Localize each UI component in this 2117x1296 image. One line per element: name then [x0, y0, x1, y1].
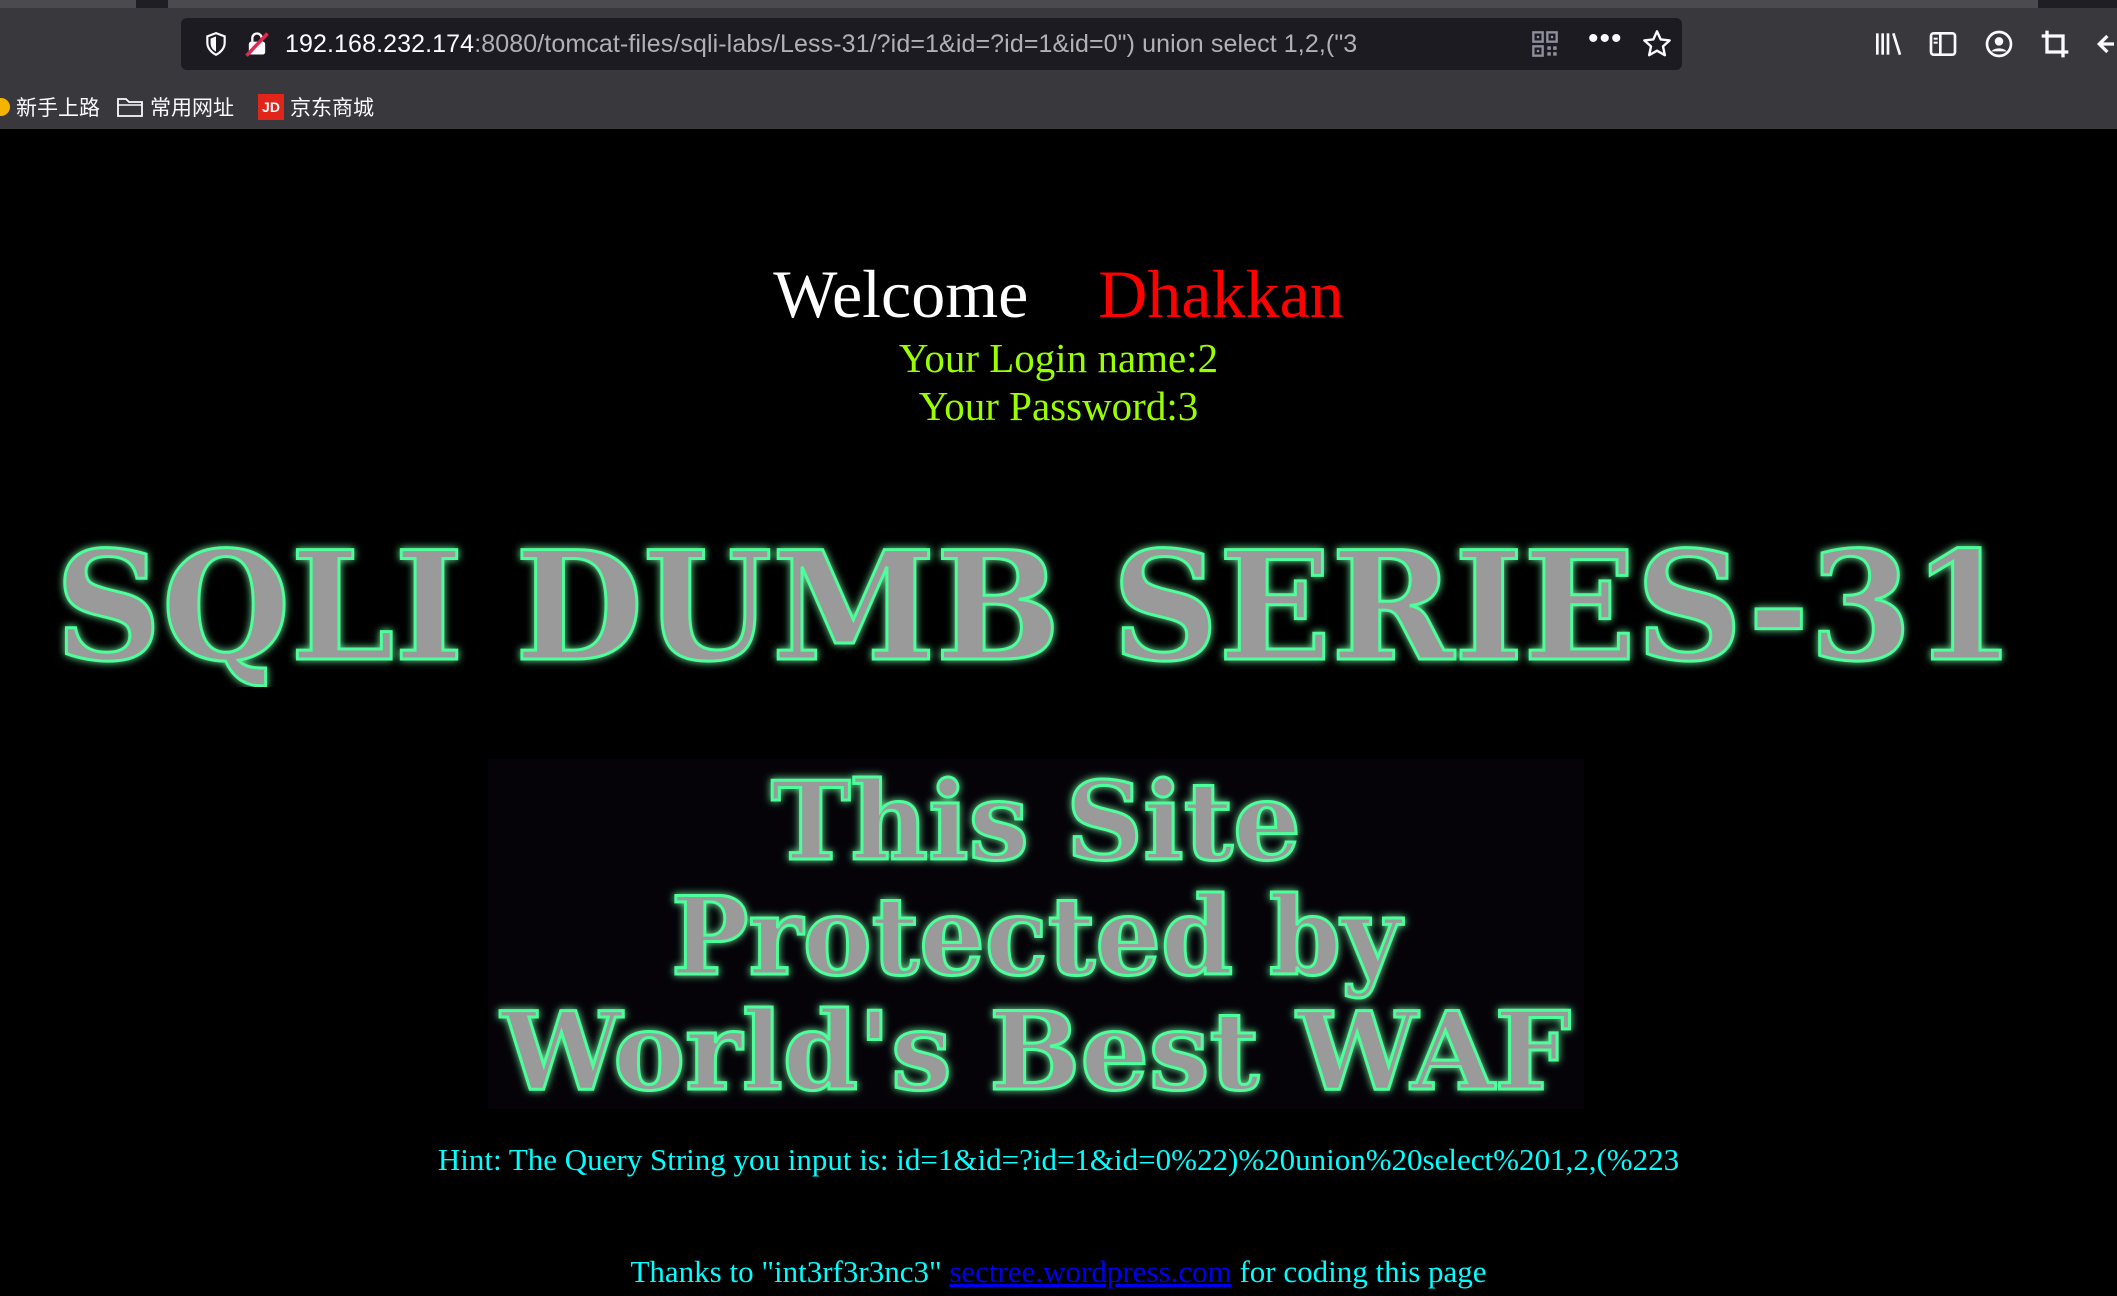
welcome-text: Welcome [773, 256, 1029, 332]
bookmark-item[interactable]: 新手上路 [0, 92, 100, 122]
credits-prefix: Thanks to "int3rf3r3nc3" [630, 1254, 950, 1289]
bookmark-label: 京东商城 [290, 96, 374, 120]
welcome-heading: Welcome Dhakkan [0, 254, 2117, 334]
bookmark-label: 新手上路 [16, 96, 100, 120]
sidebar-icon[interactable] [1927, 28, 1959, 60]
tab-inactive[interactable] [0, 0, 136, 8]
url-host: 192.168.232.174 [285, 30, 475, 58]
browser-chrome: 192.168.232.174:8080/tomcat-files/sqli-l… [0, 0, 2117, 129]
password-text: Your Password:3 [918, 383, 1199, 429]
insecure-lock-icon[interactable] [243, 30, 271, 58]
firefox-dot-icon [0, 98, 10, 116]
credits-link[interactable]: sectree.wordpress.com [949, 1254, 1231, 1289]
login-name-text: Your Login name:2 [898, 335, 1219, 381]
url-path: :8080/tomcat-files/sqli-labs/Less-31/?id… [474, 30, 1358, 58]
waf-line-2: Protected by [671, 874, 1404, 1000]
folder-icon [117, 98, 143, 117]
bookmark-star-icon[interactable] [1641, 28, 1673, 60]
page-content: Welcome Dhakkan Your Login name:2 Your Pa… [0, 129, 2117, 1296]
hint-text: Hint: The Query String you input is: id=… [437, 1142, 1680, 1177]
page-actions-more-icon[interactable]: ••• [1588, 24, 1624, 58]
library-icon[interactable] [1872, 28, 1904, 60]
tab-active[interactable] [168, 0, 2038, 8]
url-text[interactable]: 192.168.232.174:8080/tomcat-files/sqli-l… [285, 28, 1357, 60]
waf-line-1: This Site [771, 759, 1301, 885]
address-bar[interactable]: 192.168.232.174:8080/tomcat-files/sqli-l… [181, 18, 1682, 70]
qr-code-icon[interactable] [1531, 30, 1559, 58]
bookmark-label: 常用网址 [150, 96, 234, 120]
bookmarks-toolbar: 新手上路 常用网址 JD 京东商城 [0, 86, 2117, 129]
series-title-banner: SQLI DUMB SERIES-31 [54, 529, 2017, 687]
crop-icon[interactable] [2039, 28, 2071, 60]
account-icon[interactable] [1983, 28, 2015, 60]
bookmark-folder[interactable]: 常用网址 [116, 92, 234, 122]
bookmark-item[interactable]: JD 京东商城 [258, 92, 374, 122]
credits-suffix: for coding this page [1231, 1254, 1487, 1289]
series-title-text: SQLI DUMB SERIES-31 [55, 529, 2015, 687]
jd-logo-icon: JD [258, 94, 284, 120]
back-icon[interactable] [2095, 28, 2117, 60]
credits-text: Thanks to "int3rf3r3nc3" sectree.wordpre… [0, 1253, 2117, 1291]
shield-icon[interactable] [203, 31, 229, 57]
welcome-name: Dhakkan [1098, 256, 1344, 332]
waf-line-3: World's Best WAF [500, 989, 1571, 1109]
waf-banner: This Site Protected by World's Best WAF [488, 759, 1584, 1109]
